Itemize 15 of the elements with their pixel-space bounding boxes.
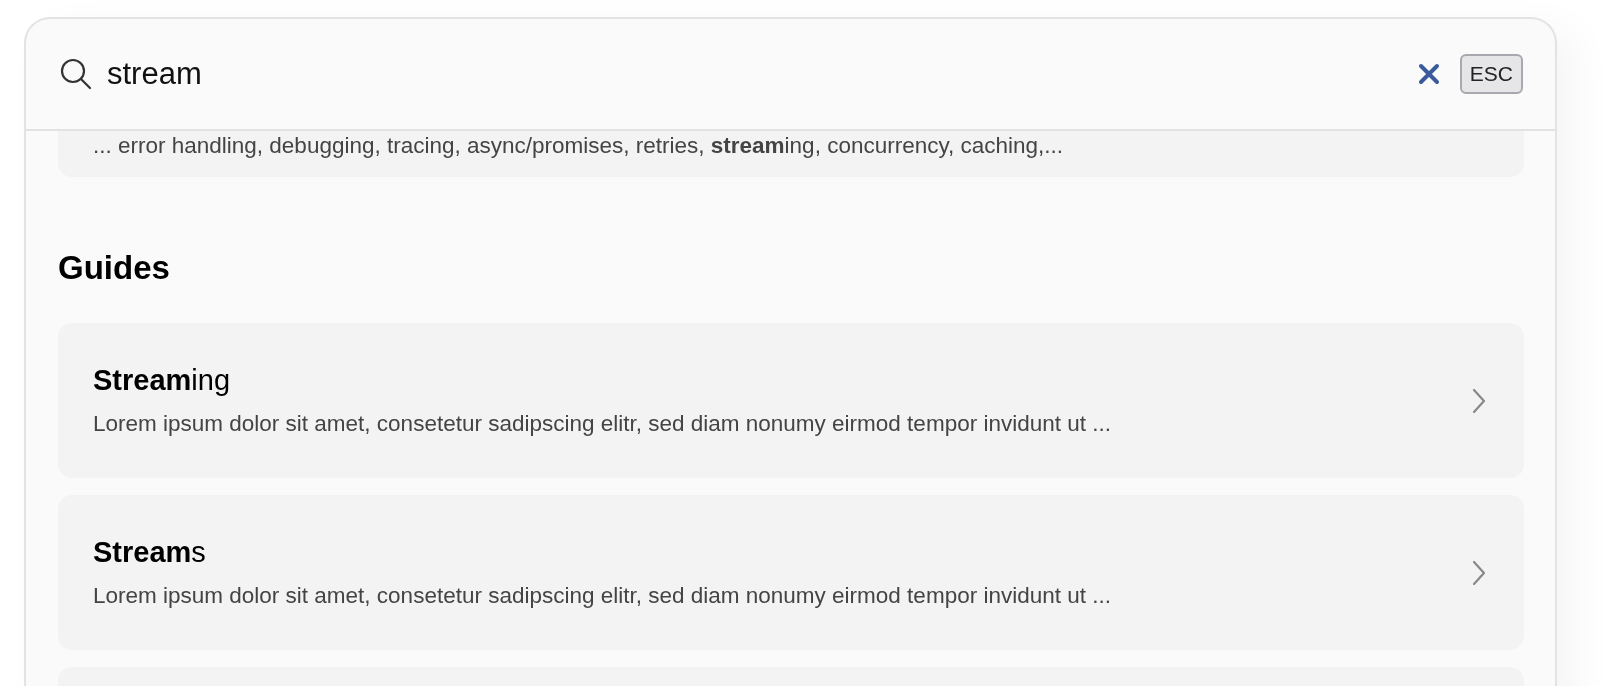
section-heading: Guides — [58, 249, 171, 287]
result-card[interactable]: Streams Lorem ipsum dolor sit amet, consetetur sadipscing elitr, sed diam nonumy eirmod tempor invidunt ut ... — [58, 495, 1524, 650]
result-excerpt: ... error handling, debugging, tracing, async/promises, retries, streaming, concurrency, caching,... — [93, 133, 1064, 158]
result-excerpt: Lorem ipsum dolor sit amet, consetetur sadipscing elitr, sed diam nonumy eirmod tempor invidunt ut ... — [93, 411, 1112, 437]
result-card[interactable]: ... error handling, debugging, tracing, async/promises, retries, streaming, concurrency, caching,... — [58, 131, 1524, 177]
result-excerpt: Lorem ipsum dolor sit amet, consetetur sadipscing elitr, sed diam nonumy eirmod tempor invidunt ut ... — [93, 583, 1112, 609]
chevron-right-icon — [1472, 387, 1486, 414]
result-title: Streams — [93, 536, 206, 569]
chevron-right-icon — [1472, 559, 1486, 586]
result-card[interactable]: Streaming Lorem ipsum dolor sit amet, consetetur sadipscing elitr, sed diam nonumy eirmod tempor invidunt ut ... — [58, 323, 1524, 478]
result-title: Streaming — [93, 364, 231, 397]
search-icon — [59, 57, 93, 91]
search-field[interactable]: stream — [107, 56, 1418, 92]
esc-key[interactable]: ESC — [1459, 54, 1523, 94]
clear-button[interactable] — [1417, 63, 1440, 85]
